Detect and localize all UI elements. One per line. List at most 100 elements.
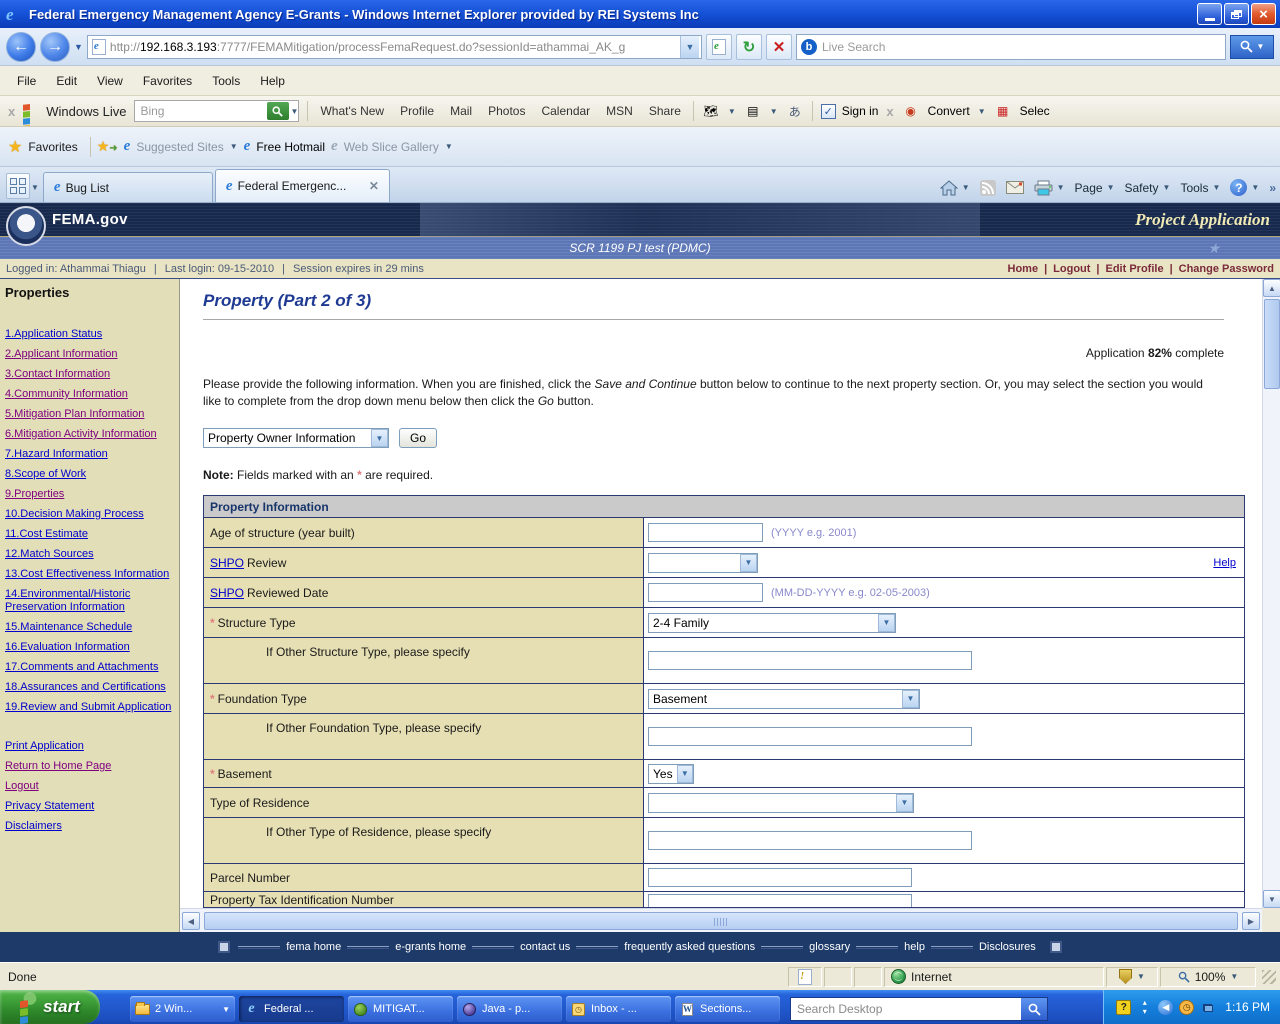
go-button[interactable]: Go [399,428,438,448]
vertical-scrollbar[interactable]: ▲ ▼ [1262,279,1280,908]
tools-menu[interactable]: Tools ▼ [1180,181,1220,195]
chevron-down-icon[interactable]: ▼ [1230,972,1238,981]
web-slice-dropdown[interactable]: ▼ [445,142,453,151]
menu-tools[interactable]: Tools [203,71,249,91]
chevron-down-icon[interactable]: ▼ [371,429,388,447]
horizontal-scroll-thumb[interactable] [204,912,1238,930]
resize-grip[interactable] [1262,969,1276,984]
suggested-sites-dropdown[interactable]: ▼ [230,142,238,151]
show-hidden-icons[interactable]: ▴ ▾ [1137,998,1152,1016]
back-button[interactable]: ← [6,31,36,62]
favorites-label[interactable]: Favorites [28,140,77,154]
chevron-down-icon[interactable]: ▼ [676,764,693,783]
start-button[interactable]: start [0,990,100,1024]
type-of-residence-select[interactable]: ▼ [648,792,914,813]
logout-sidebar-link[interactable]: Logout [5,780,175,793]
bing-search-button[interactable] [266,102,289,120]
outlook-reminder-tray-icon[interactable]: ◷ [1179,999,1195,1015]
taskbar-item-mitigat[interactable]: MITIGAT... [348,996,453,1022]
bing-search-input[interactable]: Bing ▼ [134,100,300,122]
print-application-link[interactable]: Print Application [5,740,175,753]
scroll-up-arrow[interactable]: ▲ [1263,279,1280,297]
search-go-button[interactable]: ▼ [1230,34,1274,59]
sidebar-item-properties[interactable]: 9.Properties [5,488,175,501]
change-password-link[interactable]: Change Password [1179,263,1274,275]
menu-help[interactable]: Help [251,71,294,91]
sidebar-item-evaluation-information[interactable]: 16.Evaluation Information [5,641,175,654]
return-home-link[interactable]: Return to Home Page [5,760,175,773]
favorites-star-icon[interactable]: ★ [8,137,22,157]
close-button[interactable]: × [1251,3,1276,25]
print-dropdown[interactable]: ▼ [1057,183,1065,192]
convert-dropdown[interactable]: ▼ [978,107,986,116]
sidebar-item-review-submit[interactable]: 19.Review and Submit Application [5,701,175,714]
basement-select[interactable]: Yes ▼ [648,763,694,784]
print-button[interactable]: ▼ [1034,180,1065,196]
toolbar-close-icon[interactable]: x [8,104,15,119]
help-dropdown[interactable]: ▼ [1251,183,1259,192]
forward-button[interactable]: → [40,31,70,62]
select-label[interactable]: Selec [1020,104,1050,118]
live-link-msn[interactable]: MSN [602,104,637,118]
sidebar-item-community-information[interactable]: 4.Community Information [5,388,175,401]
footer-help-link[interactable]: help [898,941,931,953]
sidebar-item-cost-estimate[interactable]: 11.Cost Estimate [5,528,175,541]
help-button[interactable]: ? ▼ [1230,179,1259,196]
sidebar-item-environmental-historic[interactable]: 14.Environmental/Historic Preservation I… [5,588,175,614]
sidebar-item-maintenance-schedule[interactable]: 15.Maintenance Schedule [5,621,175,634]
url-text[interactable]: http://192.168.3.193:7777/FEMAMitigation… [110,40,676,54]
news-dropdown[interactable]: ▼ [770,107,778,116]
search-desktop-button[interactable] [1021,998,1047,1020]
toolbar-overflow-chevron[interactable]: » [1269,181,1276,195]
sidebar-item-contact-information[interactable]: 3.Contact Information [5,368,175,381]
vertical-scroll-thumb[interactable] [1264,299,1280,389]
sidebar-item-decision-making[interactable]: 10.Decision Making Process [5,508,175,521]
address-field[interactable]: e http://192.168.3.193:7777/FEMAMitigati… [86,34,702,59]
recent-pages-dropdown[interactable]: ▼ [74,42,83,52]
other-type-of-residence-input[interactable] [648,831,972,850]
footer-disclosures-link[interactable]: Disclosures [973,941,1042,953]
suggested-sites-link[interactable]: Suggested Sites [136,140,223,154]
news-icon[interactable]: ▤ [744,103,762,119]
live-search-box[interactable]: b Live Search [796,33,1226,60]
tab-list-dropdown[interactable]: ▼ [31,183,39,192]
footer-fema-home-link[interactable]: fema home [280,941,347,953]
sidebar-item-applicant-information[interactable]: 2.Applicant Information [5,348,175,361]
sidebar-item-application-status[interactable]: 1.Application Status [5,328,175,341]
taskbar-item-sections[interactable]: W Sections... [675,996,780,1022]
shpo-link[interactable]: SHPO [210,586,244,600]
other-structure-type-input[interactable] [648,651,972,670]
footer-glossary-link[interactable]: glossary [803,941,856,953]
zoom-control[interactable]: 100% ▼ [1160,966,1256,987]
scroll-left-arrow[interactable]: ◀ [182,912,200,930]
shpo-review-select[interactable]: ▼ [648,552,758,573]
logout-link[interactable]: Logout [1053,263,1090,275]
chevron-down-icon[interactable]: ▼ [1137,972,1145,981]
live-link-share[interactable]: Share [645,104,685,118]
sidebar-item-mitigation-activity[interactable]: 6.Mitigation Activity Information [5,428,175,441]
java-update-tray-icon[interactable]: ? [1116,999,1132,1015]
taskbar-item-inbox[interactable]: ◷ Inbox - ... [566,996,671,1022]
add-favorite-icon[interactable]: ★➜ [97,138,118,155]
group-dropdown[interactable]: ▼ [222,1005,230,1014]
home-link[interactable]: Home [1008,263,1039,275]
protected-mode-panel[interactable]: ▼ [1106,966,1158,987]
minimize-button[interactable] [1197,3,1222,25]
bing-dropdown[interactable]: ▼ [291,107,299,116]
footer-contact-us-link[interactable]: contact us [514,941,576,953]
foundation-type-select[interactable]: Basement ▼ [648,688,920,709]
read-mail-button[interactable] [1005,181,1024,194]
scroll-right-arrow[interactable]: ▶ [1242,912,1260,930]
tab-federal-emergency[interactable]: e Federal Emergenc... ✕ [214,169,390,202]
stop-button[interactable]: ✕ [766,33,792,60]
taskbar-item-federal[interactable]: e Federal ... [239,996,344,1022]
taskbar-group-windows[interactable]: 2 Win... ▼ [130,996,235,1022]
compatibility-view-button[interactable]: e [706,33,732,60]
menu-favorites[interactable]: Favorites [134,71,201,91]
footer-egrants-home-link[interactable]: e-grants home [389,941,472,953]
sidebar-item-scope-of-work[interactable]: 8.Scope of Work [5,468,175,481]
live-link-mail[interactable]: Mail [446,104,476,118]
search-options-dropdown[interactable]: ▼ [1257,42,1265,51]
home-button[interactable]: ▼ [939,179,970,196]
structure-type-select[interactable]: 2-4 Family ▼ [648,612,896,633]
